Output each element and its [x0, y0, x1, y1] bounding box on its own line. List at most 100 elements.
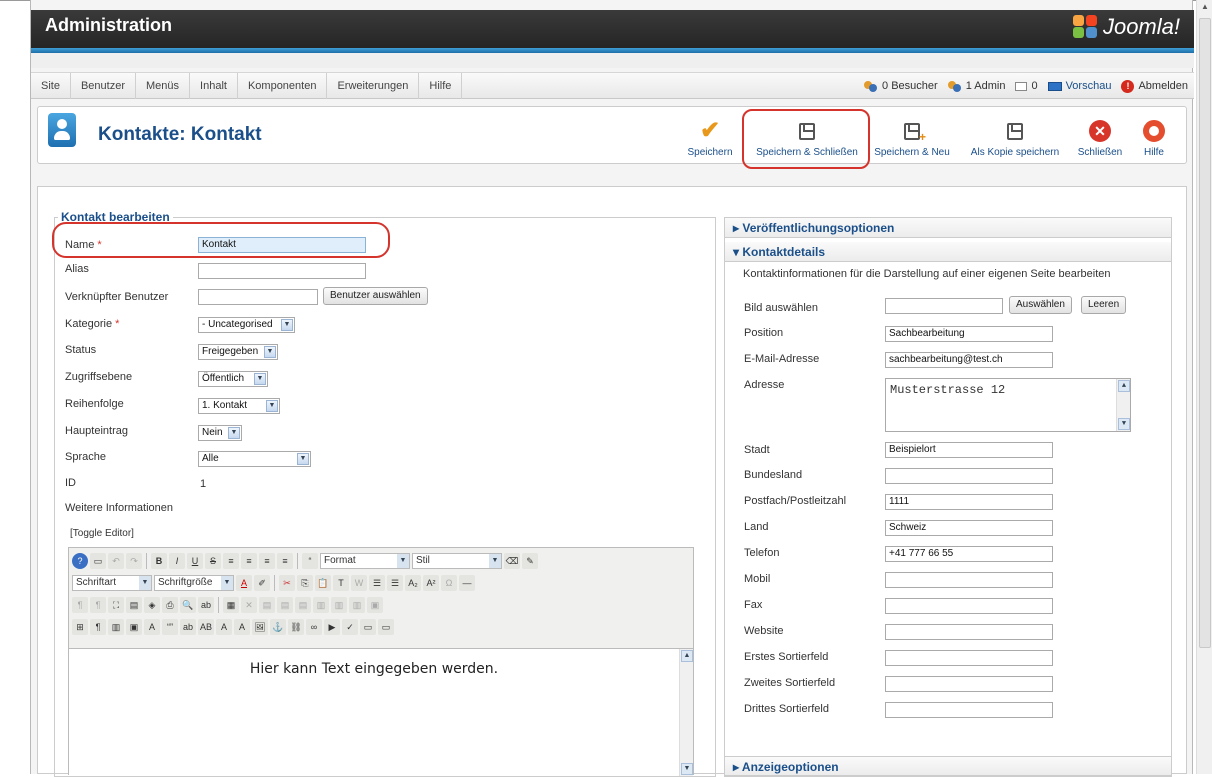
- preview-link[interactable]: Vorschau: [1047, 80, 1111, 92]
- font-size-select[interactable]: Schriftgröße ▼: [154, 575, 234, 591]
- merge-cells-icon[interactable]: ▣: [367, 597, 383, 613]
- clear-image-button[interactable]: Leeren: [1081, 296, 1127, 314]
- logout-link[interactable]: ! Abmelden: [1121, 79, 1188, 93]
- subscript-icon[interactable]: A₂: [405, 575, 421, 591]
- help-button[interactable]: Hilfe: [1134, 117, 1174, 158]
- code-icon[interactable]: ◈: [144, 597, 160, 613]
- italic-icon[interactable]: I: [169, 553, 185, 569]
- underline-icon[interactable]: U: [187, 553, 203, 569]
- sort3-field[interactable]: [885, 702, 1053, 718]
- toggle-editor-link[interactable]: [Toggle Editor]: [70, 528, 134, 539]
- row-delete-icon[interactable]: ▤: [295, 597, 311, 613]
- highlight-color-icon[interactable]: ✐: [254, 575, 270, 591]
- scroll-down-icon[interactable]: ▼: [1118, 418, 1130, 430]
- layer-icon[interactable]: ▣: [126, 619, 142, 635]
- access-select[interactable]: Öffentlich ▼: [198, 371, 268, 387]
- strikethrough-icon[interactable]: S: [205, 553, 221, 569]
- blockquote-icon[interactable]: “: [302, 553, 318, 569]
- image-icon[interactable]: 🖼: [252, 619, 268, 635]
- col-delete-icon[interactable]: ▥: [349, 597, 365, 613]
- contact-details-toggle[interactable]: ▾ Kontaktdetails: [725, 242, 1171, 262]
- menu-item-help[interactable]: Hilfe: [419, 73, 463, 99]
- paste-word-icon[interactable]: W: [351, 575, 367, 591]
- preview-icon[interactable]: ▤: [126, 597, 142, 613]
- menu-item-content[interactable]: Inhalt: [190, 73, 238, 99]
- state-field[interactable]: [885, 468, 1053, 484]
- cite-icon[interactable]: “”: [162, 619, 178, 635]
- editor-scrollbar[interactable]: ▲ ▼: [679, 649, 693, 776]
- acronym-icon[interactable]: AB: [198, 619, 214, 635]
- pagebreak-icon[interactable]: ▭: [378, 619, 394, 635]
- superscript-icon[interactable]: A²: [423, 575, 439, 591]
- category-select[interactable]: - Uncategorised ▼: [198, 317, 295, 333]
- mobile-field[interactable]: [885, 572, 1053, 588]
- cut-icon[interactable]: ✂: [279, 575, 295, 591]
- redo-icon[interactable]: ↷: [126, 553, 142, 569]
- align-justify-icon[interactable]: ≡: [277, 553, 293, 569]
- sort2-field[interactable]: [885, 676, 1053, 692]
- new-document-icon[interactable]: ▭: [90, 553, 106, 569]
- fax-field[interactable]: [885, 598, 1053, 614]
- website-field[interactable]: [885, 624, 1053, 640]
- country-field[interactable]: Schweiz: [885, 520, 1053, 536]
- choose-image-button[interactable]: Auswählen: [1009, 296, 1072, 314]
- publishing-options-toggle[interactable]: ▸ Veröffentlichungsoptionen: [725, 218, 1171, 238]
- table-delete-icon[interactable]: ✕: [241, 597, 257, 613]
- save-button[interactable]: ✔ Speichern: [680, 117, 740, 159]
- bold-icon[interactable]: B: [151, 553, 167, 569]
- phone-field[interactable]: +41 777 66 55: [885, 546, 1053, 562]
- address-field[interactable]: Musterstrasse 12 ▲ ▼: [885, 378, 1131, 432]
- cleanup-icon[interactable]: ✎: [522, 553, 538, 569]
- editor-text-area[interactable]: Hier kann Text eingegeben werden. ▲ ▼: [69, 648, 693, 776]
- table-icon[interactable]: ▦: [223, 597, 239, 613]
- col-after-icon[interactable]: ▥: [331, 597, 347, 613]
- order-select[interactable]: 1. Kontakt ▼: [198, 398, 280, 414]
- print-icon[interactable]: ⎙: [162, 597, 178, 613]
- unlink-icon[interactable]: ⛓: [288, 619, 304, 635]
- align-left-icon[interactable]: ≡: [223, 553, 239, 569]
- menu-item-extensions[interactable]: Erweiterungen: [327, 73, 420, 99]
- rtl-icon[interactable]: ¶: [90, 597, 106, 613]
- template-icon[interactable]: ▥: [108, 619, 124, 635]
- linked-user-field[interactable]: [198, 289, 318, 305]
- menu-item-components[interactable]: Komponenten: [238, 73, 328, 99]
- display-options-toggle[interactable]: ▸ Anzeigeoptionen: [725, 756, 1171, 776]
- ins-icon[interactable]: A: [234, 619, 250, 635]
- status-select[interactable]: Freigegeben ▼: [198, 344, 278, 360]
- row-before-icon[interactable]: ▤: [259, 597, 275, 613]
- charmap-icon[interactable]: Ω: [441, 575, 457, 591]
- paste-text-icon[interactable]: T: [333, 575, 349, 591]
- row-after-icon[interactable]: ▤: [277, 597, 293, 613]
- copy-icon[interactable]: ⎘: [297, 575, 313, 591]
- alias-field[interactable]: [198, 263, 366, 279]
- fullscreen-icon[interactable]: ⛶: [108, 597, 124, 613]
- abbr-icon[interactable]: ab: [180, 619, 196, 635]
- undo-icon[interactable]: ↶: [108, 553, 124, 569]
- save-new-button[interactable]: Speichern & Neu: [872, 117, 952, 158]
- select-user-button[interactable]: Benutzer auswählen: [323, 287, 428, 305]
- scroll-up-icon[interactable]: ▲: [1118, 380, 1130, 392]
- position-field[interactable]: Sachbearbeitung: [885, 326, 1053, 342]
- nonbreaking-icon[interactable]: ▭: [360, 619, 376, 635]
- menu-item-menus[interactable]: Menüs: [136, 73, 191, 99]
- link-icon[interactable]: ∞: [306, 619, 322, 635]
- sort1-field[interactable]: [885, 650, 1053, 666]
- window-scrollbar[interactable]: ▲: [1196, 0, 1212, 774]
- media-icon[interactable]: ▶: [324, 619, 340, 635]
- menu-item-users[interactable]: Benutzer: [71, 73, 136, 99]
- close-button[interactable]: ✕ Schließen: [1072, 117, 1128, 158]
- email-field[interactable]: sachbearbeitung@test.ch: [885, 352, 1053, 368]
- ordered-list-icon[interactable]: ☰: [369, 575, 385, 591]
- scroll-thumb[interactable]: [1199, 18, 1211, 648]
- image-field[interactable]: [885, 298, 1003, 314]
- replace-icon[interactable]: ab: [198, 597, 214, 613]
- unordered-list-icon[interactable]: ☰: [387, 575, 403, 591]
- format-select[interactable]: Format ▼: [320, 553, 410, 569]
- anchor-icon[interactable]: ⚓: [270, 619, 286, 635]
- show-blocks-icon[interactable]: ¶: [90, 619, 106, 635]
- style-select[interactable]: Stil ▼: [412, 553, 502, 569]
- col-before-icon[interactable]: ▥: [313, 597, 329, 613]
- save-copy-button[interactable]: Als Kopie speichern: [960, 117, 1070, 158]
- menu-item-site[interactable]: Site: [31, 73, 71, 99]
- text-color-icon[interactable]: A: [236, 575, 252, 591]
